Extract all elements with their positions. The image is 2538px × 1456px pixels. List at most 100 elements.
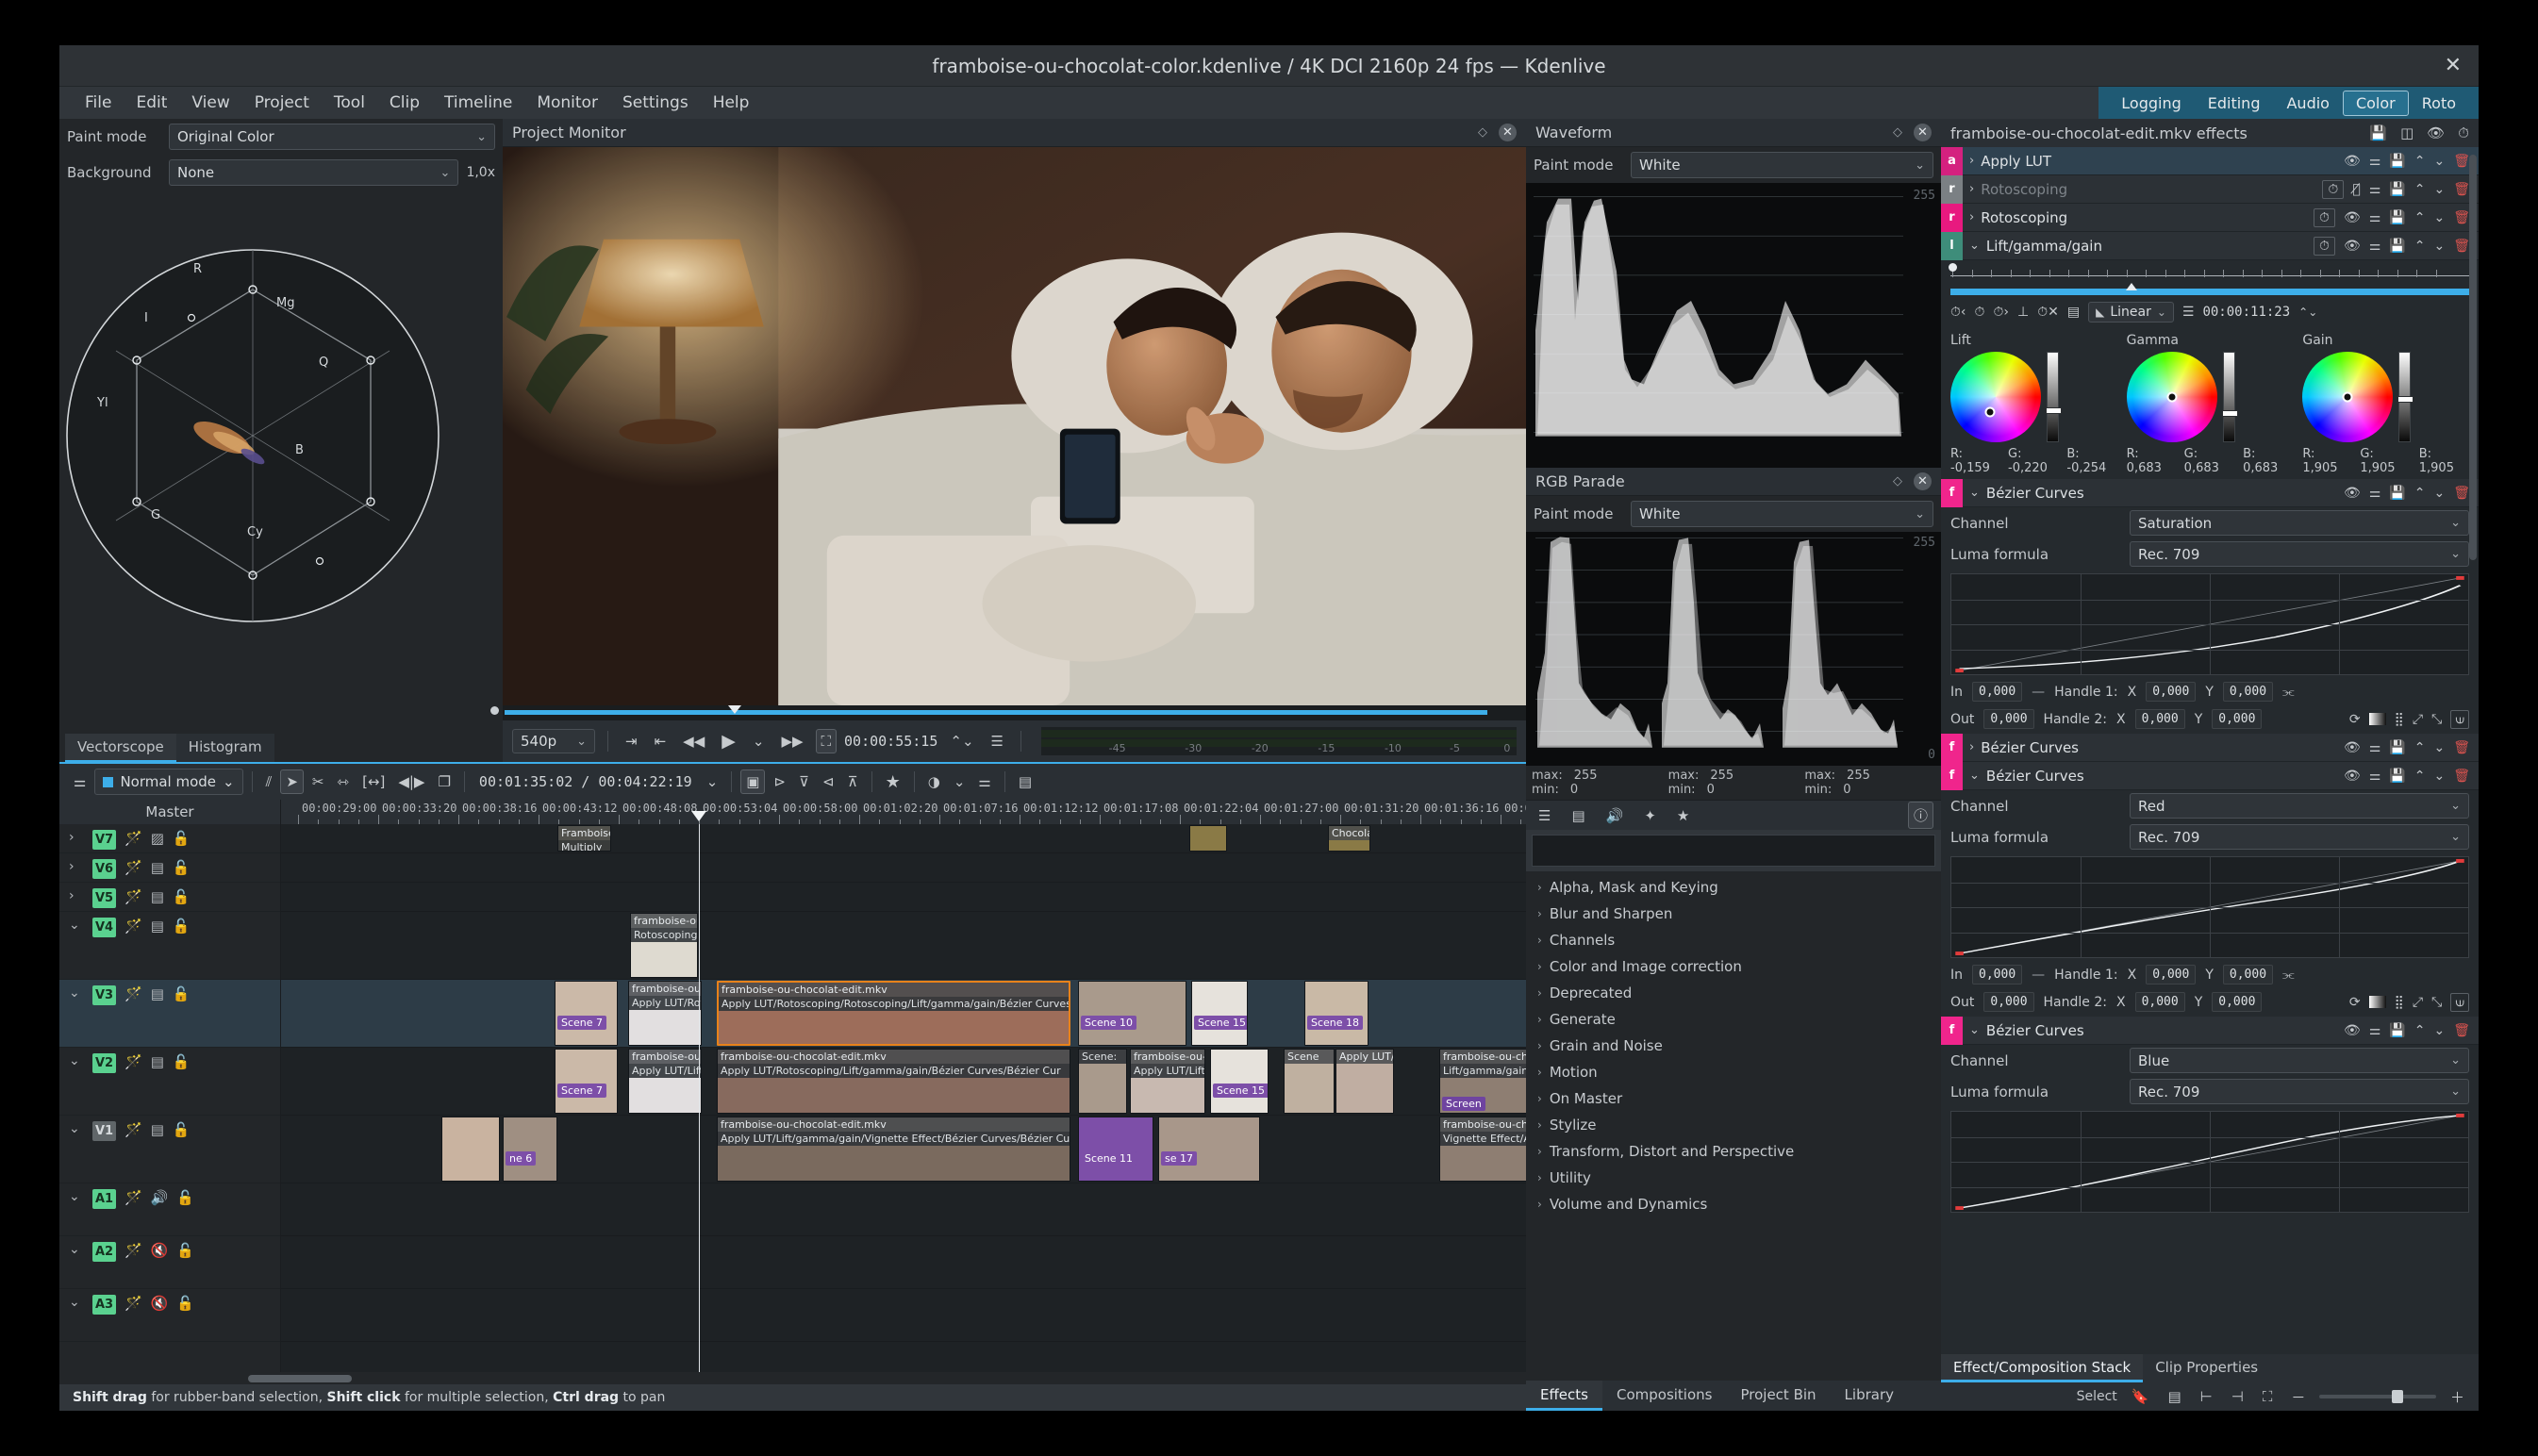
eye-icon[interactable]: 👁 [2344, 1023, 2361, 1038]
curve-h1y-value[interactable]: 0,000 [2223, 682, 2273, 702]
timeline-clip[interactable]: Scene [1284, 1049, 1335, 1114]
select-tool-icon[interactable]: ➤ [280, 769, 304, 794]
effect-settings-icon[interactable]: ⚌ [2369, 486, 2381, 501]
delete-effect-icon[interactable]: 🗑 [2453, 1023, 2470, 1038]
keyframe-ruler[interactable] [1941, 260, 2479, 289]
spacer-tool-icon[interactable]: ⇿ [332, 770, 354, 793]
mix-clips-icon[interactable]: ⫽ [261, 770, 277, 793]
waveform-paintmode-combo[interactable]: White ⌄ [1631, 152, 1933, 178]
effect-category-item[interactable]: ›Transform, Distort and Perspective [1526, 1138, 1941, 1165]
compare-icon[interactable]: ◫ [2400, 124, 2414, 141]
menu-clip[interactable]: Clip [377, 90, 432, 116]
menu-monitor[interactable]: Monitor [524, 90, 610, 116]
effect-settings-icon[interactable]: ⚌ [2369, 182, 2381, 197]
close-icon[interactable]: ✕ [2445, 56, 2462, 76]
eye-icon[interactable]: 👁 [2344, 769, 2361, 784]
eye-icon[interactable]: 👁 [2427, 124, 2445, 141]
save-effect-icon[interactable]: 💾 [2389, 740, 2405, 755]
favorite-effects-icon[interactable]: ★ [881, 769, 905, 795]
timeline-clip[interactable]: Scene: [1078, 1049, 1127, 1114]
move-down-icon[interactable]: ⌄ [2433, 154, 2445, 169]
collapse-curve-icon[interactable]: ⤡ [2431, 995, 2442, 1010]
move-up-icon[interactable]: ⌃ [2414, 1023, 2426, 1038]
show-gradient-icon[interactable] [2369, 996, 2386, 1008]
effect-info-icon[interactable]: ⓘ [1908, 802, 1933, 829]
favorite-effects-icon[interactable]: ★ [1672, 804, 1694, 827]
ripple-tool-icon[interactable]: [↔] [357, 770, 390, 793]
track-head-v1[interactable]: ⌄V1🪄▤🔓 [59, 1116, 280, 1183]
effect-category-item[interactable]: ›Deprecated [1526, 980, 1941, 1006]
snap-icon[interactable]: ▤ [2164, 1385, 2186, 1408]
curve-out-value[interactable]: 0,000 [1983, 992, 2033, 1012]
workspace-logging[interactable]: Logging [2108, 91, 2194, 116]
track-expand-icon[interactable]: › [69, 830, 84, 845]
effect-category-item[interactable]: ›Alpha, Mask and Keying [1526, 874, 1941, 901]
save-effect-stack-icon[interactable]: 💾 [2369, 124, 2387, 141]
tab-compositions[interactable]: Compositions [1602, 1381, 1727, 1411]
slider-handle[interactable] [2222, 410, 2238, 417]
curve-out-value[interactable]: 0,000 [1983, 709, 2033, 729]
eye-icon[interactable]: 👁 [2344, 239, 2361, 254]
curve-in-value[interactable]: 0,000 [1972, 682, 2022, 702]
monitor-video-area[interactable] [503, 147, 1526, 705]
track-effects-icon[interactable]: 🪄 [124, 1053, 142, 1070]
curve-h1y-value[interactable]: 0,000 [2223, 965, 2273, 984]
monitor-seekbar[interactable] [503, 705, 1526, 720]
track-hide-icon[interactable]: ▤ [151, 985, 164, 1002]
vectorscope-canvas[interactable]: R Mg Q B Cy G Yl I [59, 190, 503, 734]
float-icon[interactable]: ◇ [1893, 125, 1902, 140]
tab-effect-composition-stack[interactable]: Effect/Composition Stack [1941, 1354, 2143, 1382]
save-effect-icon[interactable]: 💾 [2389, 769, 2405, 784]
track-expand-icon[interactable]: › [69, 888, 84, 903]
delete-effect-icon[interactable]: 🗑 [2453, 486, 2470, 501]
curve-h2y-value[interactable]: 0,000 [2212, 992, 2262, 1012]
custom-effects-icon[interactable]: ✦ [1639, 804, 1661, 827]
tab-effects[interactable]: Effects [1526, 1381, 1602, 1411]
main-effects-icon[interactable]: ☰ [1534, 804, 1555, 827]
timeline-ruler[interactable]: 00:00:29:0000:00:33:2000:00:38:1600:00:4… [281, 800, 1526, 824]
track-lock-icon[interactable]: 🔓 [176, 1189, 194, 1206]
timeline-clip[interactable]: se 17 [1158, 1117, 1260, 1182]
lift-zone-icon[interactable]: ⊼ [843, 770, 863, 793]
wheel-luma-slider[interactable] [2047, 352, 2059, 442]
effect-expand-icon[interactable]: › [1969, 154, 1974, 168]
float-icon[interactable]: ◇ [1893, 474, 1902, 488]
float-icon[interactable]: ◇ [1478, 125, 1487, 140]
bezier-curve-canvas[interactable] [1950, 856, 2469, 958]
eye-icon[interactable]: 👁 [2344, 740, 2361, 755]
wheel-handle[interactable] [2166, 392, 2177, 403]
keyframe-playhead[interactable] [2126, 283, 2137, 290]
bezier-curve-canvas[interactable] [1950, 1111, 2469, 1213]
save-effect-icon[interactable]: 💾 [2389, 154, 2405, 169]
move-down-icon[interactable]: ⌄ [2433, 239, 2445, 254]
subtitle-icon[interactable]: ▤ [1014, 770, 1037, 793]
eye-icon[interactable]: 👁 [2344, 486, 2361, 501]
track-expand-icon[interactable]: ⌄ [69, 1242, 84, 1257]
monitor-playhead[interactable] [728, 705, 741, 714]
chevron-right-icon[interactable]: › [1537, 1092, 1542, 1105]
keyframe-icon[interactable]: ⏱ [2322, 180, 2344, 199]
tab-vectorscope[interactable]: Vectorscope [65, 734, 176, 762]
keyframe-range-bar[interactable] [1950, 289, 2469, 295]
wheel-disc[interactable] [2127, 352, 2217, 442]
chevron-down-icon[interactable]: ⌄ [949, 770, 970, 793]
delete-effect-icon[interactable]: 🗑 [2453, 154, 2470, 169]
link-handles-icon[interactable]: ⫘ [2282, 968, 2295, 983]
track-head-v6[interactable]: ›V6🪄▤🔓 [59, 853, 280, 883]
move-up-icon[interactable]: ⌃ [2414, 182, 2426, 197]
track-row-v5[interactable] [281, 883, 1526, 912]
track-expand-icon[interactable]: ⌄ [69, 1053, 84, 1068]
delete-effect-icon[interactable]: 🗑 [2453, 769, 2470, 784]
track-effects-icon[interactable]: 🪄 [124, 830, 142, 847]
timeline-clip[interactable]: framboise-ou-choRotoscoping/Apply [630, 913, 698, 978]
timeline-playhead[interactable] [699, 824, 700, 1372]
track-label-v3[interactable]: V3 [92, 985, 116, 1005]
menu-edit[interactable]: Edit [124, 90, 179, 116]
track-lock-icon[interactable]: 🔓 [176, 1242, 194, 1259]
save-effect-icon[interactable]: 💾 [2389, 182, 2405, 197]
track-effects-icon[interactable]: 🪄 [124, 985, 142, 1002]
vectorscope-gain-label[interactable]: 1,0x [466, 165, 495, 180]
timeline-master-label[interactable]: Master [59, 800, 281, 824]
curve-h2x-value[interactable]: 0,000 [2135, 709, 2185, 729]
track-label-v6[interactable]: V6 [92, 859, 116, 879]
